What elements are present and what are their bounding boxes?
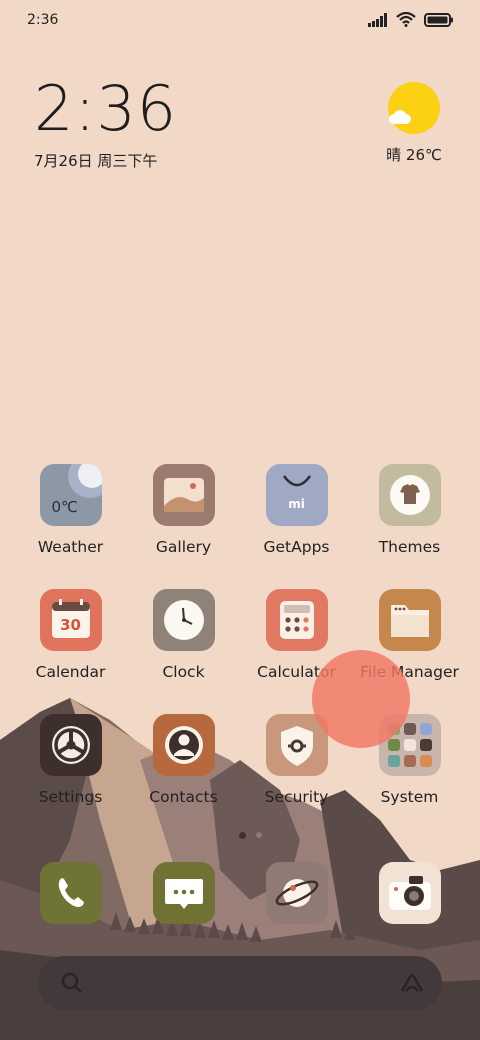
touch-indicator xyxy=(312,650,410,748)
settings-icon xyxy=(39,714,102,776)
search-icon xyxy=(61,972,82,993)
dock-messages[interactable] xyxy=(127,862,240,924)
status-time: 2:36 xyxy=(27,12,59,28)
app-label: Weather xyxy=(37,538,104,556)
assistant-icon[interactable] xyxy=(398,971,426,995)
wifi-icon xyxy=(396,12,416,27)
weather-temp-badge: 0℃ xyxy=(51,498,78,516)
app-label: Security xyxy=(264,788,329,806)
page-dot-active xyxy=(238,831,246,839)
signal-icon xyxy=(368,12,387,27)
weather-text: 晴 26℃ xyxy=(386,146,442,164)
page-indicator[interactable]: ≡ xyxy=(0,828,480,842)
dock-browser[interactable] xyxy=(240,862,353,924)
status-bar: 2:36 xyxy=(0,0,480,44)
calculator-icon xyxy=(265,589,328,651)
search-bar[interactable] xyxy=(38,956,442,1010)
app-label: Gallery xyxy=(155,538,212,556)
themes-icon xyxy=(378,464,441,526)
calendar-day-badge: 30 xyxy=(60,616,81,634)
contacts-icon xyxy=(152,714,215,776)
weather-icon: 0℃ xyxy=(39,464,102,526)
browser-icon xyxy=(265,862,328,924)
app-label: Clock xyxy=(162,663,205,681)
dock-phone[interactable] xyxy=(14,862,127,924)
gallery-icon xyxy=(152,464,215,526)
app-settings[interactable]: Settings xyxy=(14,714,127,806)
calendar-icon: 30 xyxy=(39,589,102,651)
phone-icon xyxy=(39,862,102,924)
camera-icon xyxy=(378,862,441,924)
sunny-partly-cloudy-icon xyxy=(388,82,440,134)
app-label: Calendar xyxy=(35,663,106,681)
app-calendar[interactable]: 30 Calendar xyxy=(14,589,127,681)
app-label: System xyxy=(380,788,439,806)
widget-date: 7月26日 周三下午 xyxy=(34,152,158,170)
dock-camera[interactable] xyxy=(353,862,466,924)
app-contacts[interactable]: Contacts xyxy=(127,714,240,806)
app-gallery[interactable]: Gallery xyxy=(127,464,240,556)
feed-page-icon: ≡ xyxy=(218,828,229,842)
getapps-icon: mi xyxy=(265,464,328,526)
page-dot xyxy=(255,832,262,838)
app-getapps[interactable]: mi GetApps xyxy=(240,464,353,556)
clock-icon xyxy=(152,589,215,651)
app-clock[interactable]: Clock xyxy=(127,589,240,681)
app-weather[interactable]: 0℃ Weather xyxy=(14,464,127,556)
app-label: Contacts xyxy=(149,788,218,806)
app-label: Themes xyxy=(378,538,441,556)
weather-widget[interactable]: 晴 26℃ xyxy=(382,82,446,165)
messages-icon xyxy=(152,862,215,924)
file-manager-icon xyxy=(378,589,441,651)
app-label: Settings xyxy=(38,788,103,806)
getapps-mi-badge: mi xyxy=(288,497,305,511)
widget-time: 2:36 xyxy=(34,72,178,145)
app-label: GetApps xyxy=(263,538,330,556)
clock-widget[interactable]: 2:36 7月26日 周三下午 xyxy=(34,78,177,171)
battery-icon xyxy=(424,12,453,27)
app-themes[interactable]: Themes xyxy=(353,464,466,556)
